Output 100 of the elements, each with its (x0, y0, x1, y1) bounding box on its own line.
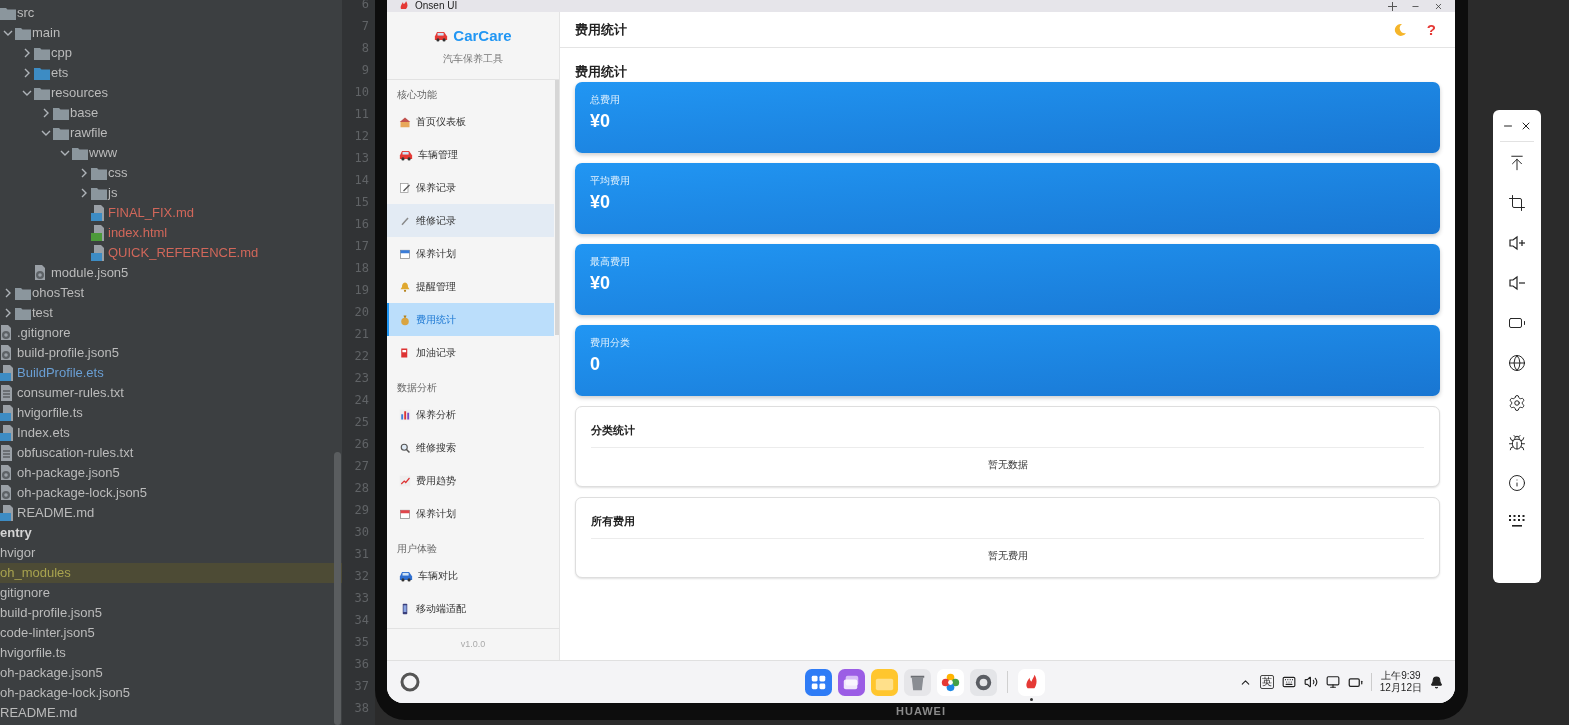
folder-name[interactable]: base (70, 103, 99, 123)
version-label: v1.0.0 (460, 637, 486, 651)
folder-icon (15, 306, 31, 320)
app-logo: CarCare (453, 25, 512, 46)
file-icon (91, 225, 105, 241)
config-file-icon (0, 485, 14, 501)
clock-date[interactable]: 12月12日 (1379, 682, 1422, 694)
volume-down-icon[interactable] (1508, 274, 1526, 292)
file-icon (91, 245, 105, 261)
stat-value: ¥0 (590, 110, 612, 132)
trash-icon[interactable] (903, 668, 931, 696)
stat-label: 费用分类 (590, 337, 631, 349)
bell-icon (399, 280, 411, 293)
project-file-name[interactable]: oh_modules (0, 563, 71, 583)
folder-name[interactable]: ohosTest (32, 283, 85, 303)
section-title: 所有费用 (591, 513, 635, 529)
keyboard-icon[interactable] (1281, 675, 1296, 689)
file-name[interactable]: obfuscation-rules.txt (17, 443, 134, 463)
file-icon (0, 425, 14, 441)
module-name[interactable]: entry (0, 523, 32, 543)
bar-chart-icon (399, 408, 411, 421)
folder-name[interactable]: rawfile (70, 123, 108, 143)
folder-name[interactable]: css (108, 163, 128, 183)
display-icon[interactable] (1325, 675, 1340, 689)
chevron-down-icon[interactable] (21, 88, 32, 98)
stat-value: 0 (590, 353, 601, 375)
folder-name[interactable]: js (108, 183, 118, 203)
file-icon (0, 505, 14, 521)
project-file-name[interactable]: hvigorfile.ts (0, 643, 66, 663)
folder-name[interactable]: www (89, 143, 118, 163)
pin-icon[interactable] (1388, 1, 1397, 11)
bug-icon[interactable] (1508, 434, 1526, 452)
folder-name[interactable]: ets (51, 63, 69, 83)
info-icon[interactable] (1508, 474, 1526, 492)
section-title: 分类统计 (591, 422, 635, 438)
settings-icon[interactable] (1508, 394, 1526, 412)
nav-section-title: 数据分析 (397, 382, 437, 393)
file-name[interactable]: README.md (17, 503, 95, 523)
folder-icon (15, 26, 31, 40)
money-bag-icon (399, 313, 411, 326)
file-name[interactable]: hvigorfile.ts (17, 403, 83, 423)
flame-app-icon[interactable] (1017, 668, 1045, 696)
file-name[interactable]: FINAL_FIX.md (108, 203, 194, 223)
input-method-indicator[interactable]: 英 (1259, 675, 1274, 689)
folder-name[interactable]: src (17, 3, 35, 23)
config-file-icon (0, 465, 14, 481)
chevron-down-icon[interactable] (40, 128, 51, 138)
folder-icon (15, 286, 31, 300)
folder-icon (53, 106, 69, 120)
project-file-name[interactable]: oh-package-lock.json5 (0, 683, 131, 703)
keyboard-icon[interactable] (1508, 514, 1526, 528)
file-name[interactable]: consumer-rules.txt (17, 383, 124, 403)
notification-bell-icon[interactable] (1430, 675, 1443, 689)
page-title: 费用统计 (575, 65, 628, 79)
globe-icon[interactable] (1508, 354, 1526, 372)
file-name[interactable]: build-profile.json5 (17, 343, 119, 363)
window-title: Onsen UI (415, 0, 458, 12)
calendar-icon (399, 247, 411, 260)
header-title: 费用统计 (575, 20, 627, 39)
folder-icon (34, 66, 50, 80)
device-brand: HUAWEI (896, 706, 946, 717)
home-circle-icon[interactable] (399, 671, 421, 693)
volume-up-icon[interactable] (1508, 234, 1526, 252)
file-name[interactable]: BuildProfile.ets (17, 363, 104, 383)
folder-icon (34, 86, 50, 100)
chevron-down-icon[interactable] (2, 28, 13, 38)
project-file-name[interactable]: oh-package.json5 (0, 663, 103, 683)
upload-icon[interactable] (1508, 154, 1526, 172)
folder-name[interactable]: cpp (51, 43, 72, 63)
project-file-name[interactable]: build-profile.json5 (0, 603, 102, 623)
scrollbar-thumb[interactable] (334, 452, 341, 725)
flame-logo-icon (399, 1, 409, 11)
project-file-name[interactable]: README.md (0, 703, 78, 723)
stat-label: 最高费用 (590, 256, 631, 268)
volume-icon[interactable] (1303, 675, 1318, 689)
grid-app-icon[interactable] (804, 668, 832, 696)
folder-name[interactable]: main (32, 23, 61, 43)
file-name[interactable]: .gitignore (17, 323, 71, 343)
file-name[interactable]: index.html (108, 223, 168, 243)
chevron-down-icon[interactable] (59, 148, 70, 158)
project-file-name[interactable]: code-linter.json5 (0, 623, 95, 643)
file-name[interactable]: oh-package-lock.json5 (17, 483, 148, 503)
nav-item[interactable]: 费用统计 (387, 303, 554, 336)
file-name[interactable]: Index.ets (17, 423, 70, 443)
nav-item[interactable]: 维修记录 (387, 204, 554, 237)
project-file-name[interactable]: gitignore (0, 583, 50, 603)
project-file-name[interactable]: hvigor (0, 543, 36, 563)
help-button[interactable]: ? (1426, 22, 1436, 37)
clock-time[interactable]: 上午9:39 (1381, 670, 1421, 682)
file-name[interactable]: QUICK_REFERENCE.md (108, 243, 259, 263)
folder-name[interactable]: resources (51, 83, 109, 103)
stat-label: 平均费用 (590, 175, 631, 187)
nav-section-title: 用户体验 (397, 543, 437, 554)
memo-icon (399, 181, 411, 194)
folder-name[interactable]: test (32, 303, 53, 323)
windows-app-icon[interactable] (837, 668, 865, 696)
flower-app-icon[interactable] (936, 668, 964, 696)
file-name[interactable]: module.json5 (51, 263, 129, 283)
crop-icon[interactable] (1508, 194, 1526, 212)
file-name[interactable]: oh-package.json5 (17, 463, 120, 483)
